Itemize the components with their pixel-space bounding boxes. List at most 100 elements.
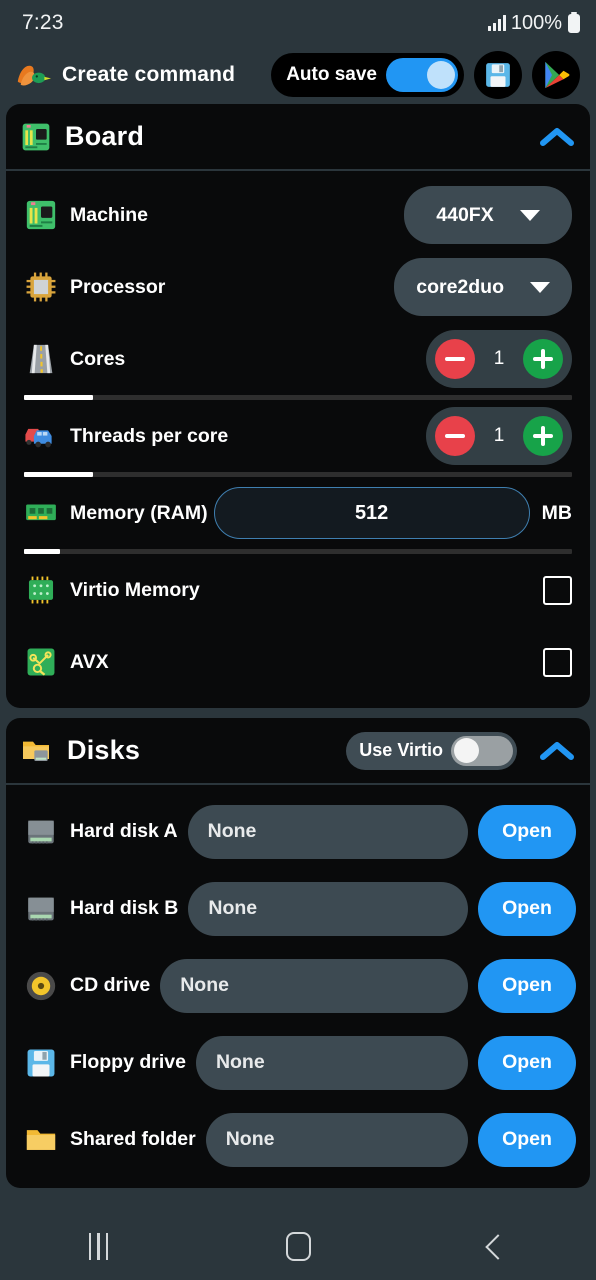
row-processor[interactable]: Processor core2duo <box>6 251 590 323</box>
floppy-drive-value: None <box>215 1051 265 1073</box>
row-hard-disk-b-label: Hard disk B <box>70 897 179 919</box>
content-scroll-area[interactable]: Board Machine 440FX Processor core2duo C… <box>0 104 596 1239</box>
chevron-down-icon <box>519 209 540 221</box>
chevron-up-icon[interactable] <box>540 126 574 148</box>
cd-drive-open-button[interactable]: Open <box>478 958 576 1013</box>
hard-disk-icon <box>28 897 54 921</box>
cores-plus-button[interactable] <box>523 339 563 379</box>
page-title: Create command <box>62 63 236 86</box>
hard-disk-b-open-button[interactable]: Open <box>478 881 576 936</box>
cd-drive-input[interactable]: None <box>160 958 468 1013</box>
battery-full-icon <box>568 13 580 33</box>
shared-folder-value: None <box>225 1128 275 1150</box>
hard-disk-b-input[interactable]: None <box>188 881 468 936</box>
auto-save-control[interactable]: Auto save <box>271 53 464 97</box>
row-memory[interactable]: Memory (RAM) 512 MB <box>6 477 590 549</box>
section-board-header[interactable]: Board <box>6 104 590 171</box>
row-floppy-drive[interactable]: Floppy drive None Open <box>6 1024 590 1101</box>
row-hard-disk-a-label: Hard disk A <box>70 820 178 842</box>
shared-folder-open-button[interactable]: Open <box>478 1112 576 1167</box>
memory-slider-fill <box>24 549 61 554</box>
multiple-cars-icon <box>25 428 52 448</box>
row-cd-drive-label: CD drive <box>70 974 151 996</box>
section-disks: Disks Use Virtio Hard disk A None Open H… <box>6 718 590 1188</box>
row-shared-folder[interactable]: Shared folder None Open <box>6 1101 590 1178</box>
threads-plus-button[interactable] <box>523 416 563 456</box>
row-machine[interactable]: Machine 440FX <box>6 179 590 251</box>
section-board: Board Machine 440FX Processor core2duo C… <box>6 104 590 708</box>
cores-stepper[interactable]: 1 <box>426 330 572 388</box>
motherboard-icon <box>22 123 50 150</box>
folder-icon <box>26 1129 56 1150</box>
back-icon[interactable] <box>485 1233 511 1260</box>
threads-slider[interactable] <box>24 472 572 477</box>
open-label: Open <box>502 1051 552 1073</box>
cores-slider-fill <box>24 395 93 400</box>
row-threads[interactable]: Threads per core 1 <box>6 400 590 472</box>
recent-apps-icon[interactable] <box>88 1233 109 1260</box>
status-indicators: 100% <box>487 12 580 35</box>
processor-dropdown[interactable]: core2duo <box>394 258 572 316</box>
row-machine-label: Machine <box>70 203 149 226</box>
floppy-disk-icon <box>27 1049 55 1076</box>
threads-slider-fill <box>24 472 93 477</box>
row-virtio-memory[interactable]: Virtio Memory <box>6 554 590 626</box>
row-avx[interactable]: AVX <box>6 626 590 698</box>
motherboard-icon <box>26 200 56 230</box>
open-label: Open <box>502 974 552 996</box>
toggle-knob <box>454 738 479 763</box>
hard-disk-icon <box>28 820 54 844</box>
open-label: Open <box>502 820 552 842</box>
section-disks-header[interactable]: Disks Use Virtio <box>6 718 590 785</box>
save-button[interactable] <box>474 51 522 99</box>
road-icon <box>29 344 53 374</box>
row-cores-label: Cores <box>70 347 126 370</box>
play-store-button[interactable] <box>532 51 580 99</box>
threads-minus-button[interactable] <box>435 416 475 456</box>
qemu-logo-icon <box>17 65 52 86</box>
floppy-drive-open-button[interactable]: Open <box>478 1035 576 1090</box>
use-virtio-control[interactable]: Use Virtio <box>346 731 517 770</box>
avx-checkbox[interactable] <box>543 647 572 677</box>
memory-input[interactable]: 512 <box>213 487 530 539</box>
row-cd-drive[interactable]: CD drive None Open <box>6 947 590 1024</box>
open-label: Open <box>502 1128 552 1150</box>
section-board-title: Board <box>65 121 145 151</box>
row-cores[interactable]: Cores 1 <box>6 323 590 395</box>
shared-folder-input[interactable]: None <box>205 1112 468 1167</box>
hard-disk-a-open-button[interactable]: Open <box>478 804 576 859</box>
threads-stepper[interactable]: 1 <box>426 407 572 465</box>
home-icon[interactable] <box>286 1232 312 1261</box>
floppy-drive-input[interactable]: None <box>195 1035 468 1090</box>
section-disks-body: Hard disk A None Open Hard disk B None O… <box>6 785 590 1188</box>
chevron-up-icon[interactable] <box>540 740 574 762</box>
hard-disk-a-input[interactable]: None <box>187 804 468 859</box>
virtio-chip-icon <box>28 576 54 604</box>
row-hard-disk-b[interactable]: Hard disk B None Open <box>6 870 590 947</box>
auto-save-toggle[interactable] <box>386 58 458 92</box>
android-nav-bar <box>0 1213 596 1280</box>
open-label: Open <box>502 897 552 919</box>
cores-slider[interactable] <box>24 395 572 400</box>
processor-value: core2duo <box>416 275 504 298</box>
cd-disc-icon <box>26 971 56 1000</box>
row-virtio-memory-label: Virtio Memory <box>70 578 200 601</box>
cores-value: 1 <box>493 348 505 369</box>
circuit-node-icon <box>27 648 55 676</box>
row-memory-label: Memory (RAM) <box>70 501 208 524</box>
machine-value: 440FX <box>436 203 494 226</box>
threads-value: 1 <box>493 425 505 446</box>
row-floppy-drive-label: Floppy drive <box>70 1051 186 1073</box>
cd-drive-value: None <box>180 974 229 996</box>
machine-dropdown[interactable]: 440FX <box>404 186 572 244</box>
use-virtio-toggle[interactable] <box>451 735 513 766</box>
auto-save-label: Auto save <box>286 64 377 85</box>
row-processor-label: Processor <box>70 275 166 298</box>
use-virtio-label: Use Virtio <box>359 740 443 760</box>
memory-slider[interactable] <box>24 549 572 554</box>
row-hard-disk-a[interactable]: Hard disk A None Open <box>6 793 590 870</box>
memory-unit-label: MB <box>541 501 572 524</box>
play-store-icon <box>545 61 570 89</box>
virtio-memory-checkbox[interactable] <box>543 575 572 605</box>
cores-minus-button[interactable] <box>435 339 475 379</box>
